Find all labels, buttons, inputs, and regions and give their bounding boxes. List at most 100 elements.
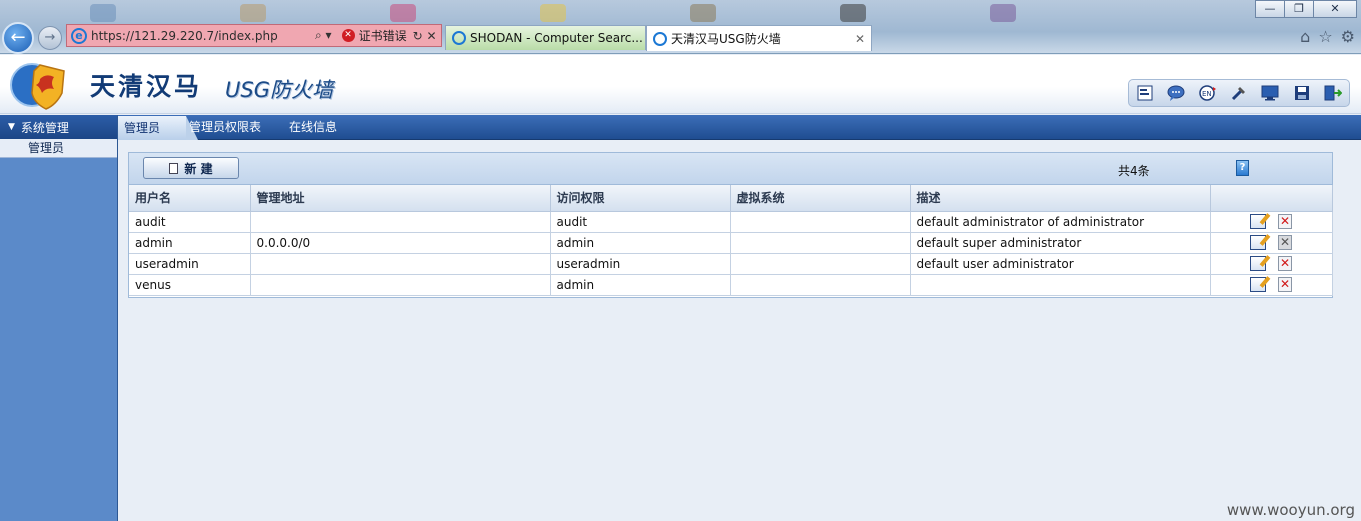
- arrow-right-icon: →: [44, 30, 56, 45]
- desktop-icon: [90, 4, 116, 22]
- shield-logo-icon: [10, 63, 65, 110]
- delete-icon[interactable]: ✕: [1278, 256, 1292, 271]
- edit-icon[interactable]: [1250, 256, 1266, 271]
- sidebar: ▼ 系统管理 管理员: [0, 115, 118, 521]
- close-window-button[interactable]: ✕: [1313, 0, 1357, 18]
- back-button[interactable]: ←: [2, 22, 34, 54]
- cell-address: [250, 211, 551, 233]
- minimize-button[interactable]: —: [1255, 0, 1285, 18]
- save-icon[interactable]: [1293, 84, 1311, 102]
- panel-toolbar: 新 建 共4条 ?: [129, 153, 1332, 185]
- delete-icon[interactable]: ✕: [1278, 214, 1292, 229]
- logout-icon[interactable]: [1324, 84, 1343, 102]
- cell-username: audit: [129, 211, 251, 233]
- triangle-down-icon: ▼: [8, 122, 15, 132]
- desktop-icon: [840, 4, 866, 22]
- cell-permission: admin: [550, 274, 731, 296]
- tab-online-info[interactable]: 在线信息: [289, 115, 337, 140]
- cell-address: 0.0.0.0/0: [250, 232, 551, 254]
- cell-vsys: [730, 274, 911, 296]
- notes-icon[interactable]: [1136, 84, 1154, 102]
- new-button[interactable]: 新 建: [143, 157, 239, 179]
- watermark: www.wooyun.org: [1226, 501, 1355, 519]
- edit-icon[interactable]: [1250, 214, 1266, 229]
- chat-icon[interactable]: [1167, 84, 1185, 102]
- cell-description: [910, 274, 1211, 296]
- tools-icon[interactable]: [1230, 84, 1248, 102]
- tab-admin-permissions[interactable]: 管理员权限表: [189, 115, 261, 140]
- desktop-icon: [390, 4, 416, 22]
- browser-tab-usg[interactable]: 天清汉马USG防火墙 ✕: [646, 25, 872, 51]
- cell-vsys: [730, 253, 911, 275]
- gear-icon[interactable]: ⚙: [1341, 27, 1355, 46]
- table-row[interactable]: useradmin useradmin default user adminis…: [129, 253, 1333, 275]
- cell-username: useradmin: [129, 253, 251, 275]
- cell-vsys: [730, 232, 911, 254]
- browser-chrome: — ❐ ✕ ← → e https://121.29.220.7/index.p…: [0, 0, 1361, 54]
- ie-icon: [653, 31, 667, 46]
- cell-description: default administrator of administrator: [910, 211, 1211, 233]
- desktop-icon: [240, 4, 266, 22]
- cell-actions: ✕: [1210, 232, 1333, 254]
- column-permission[interactable]: 访问权限: [550, 185, 731, 212]
- column-description[interactable]: 描述: [910, 185, 1211, 212]
- maximize-button[interactable]: ❐: [1284, 0, 1314, 18]
- desktop-icon: [990, 4, 1016, 22]
- new-document-icon: [169, 162, 179, 174]
- new-button-label: 新 建: [184, 161, 213, 176]
- app-header: 天清汉马 USG防火墙 EN: [0, 55, 1361, 114]
- admin-panel: 新 建 共4条 ? 用户名 管理地址 访问权限 虚拟系统 描述 audit au…: [128, 152, 1333, 298]
- refresh-icon[interactable]: ↻ ✕: [413, 29, 437, 43]
- svg-text:EN: EN: [1202, 90, 1212, 98]
- desktop-icon: [540, 4, 566, 22]
- table-row[interactable]: audit audit default administrator of adm…: [129, 211, 1333, 233]
- sidebar-item-admin[interactable]: 管理员: [0, 139, 117, 158]
- edit-icon[interactable]: [1250, 235, 1266, 250]
- sidebar-section-system[interactable]: ▼ 系统管理: [0, 115, 117, 139]
- cert-error-indicator[interactable]: ✕ 证书错误: [341, 27, 407, 44]
- browser-tab-title: SHODAN - Computer Searc...: [470, 31, 643, 45]
- home-icon[interactable]: ⌂: [1300, 27, 1310, 46]
- cell-vsys: [730, 211, 911, 233]
- cert-error-label: 证书错误: [358, 29, 407, 43]
- table-header-row: 用户名 管理地址 访问权限 虚拟系统 描述: [129, 185, 1333, 212]
- admin-table: 用户名 管理地址 访问权限 虚拟系统 描述 audit audit defaul…: [129, 185, 1333, 296]
- search-dropdown-icon[interactable]: ⌕ ▾: [315, 28, 332, 43]
- cell-permission: admin: [550, 232, 731, 254]
- column-username[interactable]: 用户名: [129, 185, 251, 212]
- tab-close-icon[interactable]: ✕: [855, 32, 865, 46]
- window-controls: — ❐ ✕: [1255, 0, 1357, 18]
- cell-username: admin: [129, 232, 251, 254]
- main-content: 新 建 共4条 ? 用户名 管理地址 访问权限 虚拟系统 描述 audit au…: [118, 141, 1361, 521]
- browser-tab-shodan[interactable]: SHODAN - Computer Searc...: [445, 25, 646, 50]
- cell-address: [250, 253, 551, 275]
- monitor-icon[interactable]: [1261, 84, 1279, 102]
- column-actions: [1210, 185, 1333, 212]
- ie-icon: e: [71, 27, 87, 44]
- browser-tab-title: 天清汉马USG防火墙: [671, 32, 781, 46]
- desktop-icon: [690, 4, 716, 22]
- cell-actions: ✕: [1210, 274, 1333, 296]
- column-address[interactable]: 管理地址: [250, 185, 551, 212]
- table-row[interactable]: admin 0.0.0.0/0 admin default super admi…: [129, 232, 1333, 254]
- ie-icon: [452, 31, 466, 45]
- cell-permission: audit: [550, 211, 731, 233]
- help-icon[interactable]: ?: [1236, 160, 1249, 176]
- cell-description: default user administrator: [910, 253, 1211, 275]
- cell-actions: ✕: [1210, 211, 1333, 233]
- table-row[interactable]: venus admin ✕: [129, 274, 1333, 296]
- cell-username: venus: [129, 274, 251, 296]
- content-tabbar: 管理员 管理员权限表 在线信息: [118, 115, 1361, 140]
- column-vsys[interactable]: 虚拟系统: [730, 185, 911, 212]
- tab-admin[interactable]: 管理员: [118, 116, 198, 140]
- forward-button[interactable]: →: [38, 26, 62, 50]
- edit-icon[interactable]: [1250, 277, 1266, 292]
- cell-description: default super administrator: [910, 232, 1211, 254]
- language-icon[interactable]: EN: [1198, 84, 1217, 102]
- record-count: 共4条: [1118, 164, 1150, 178]
- arrow-left-icon: ←: [10, 27, 26, 48]
- address-url[interactable]: https://121.29.220.7/index.php: [91, 29, 301, 43]
- address-bar[interactable]: e https://121.29.220.7/index.php ⌕ ▾ ✕ 证…: [66, 24, 442, 47]
- star-icon[interactable]: ☆: [1318, 27, 1332, 46]
- delete-icon[interactable]: ✕: [1278, 277, 1292, 292]
